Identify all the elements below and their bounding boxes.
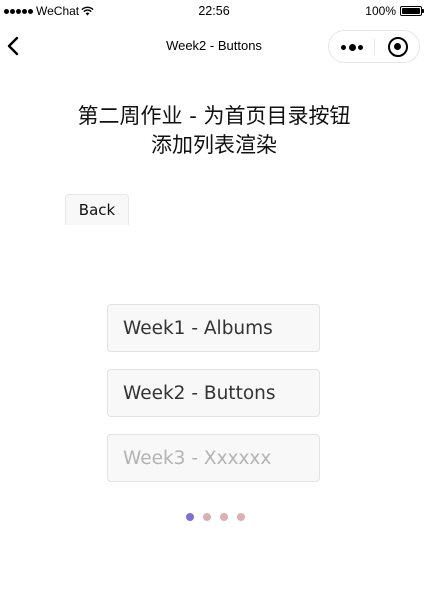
pagination-dots	[0, 513, 428, 521]
page-title: 第二周作业 - 为首页目录按钮 添加列表渲染	[40, 102, 388, 160]
nav-bar: Week2 - Buttons	[0, 22, 428, 70]
battery-icon	[400, 6, 424, 16]
status-bar: WeChat 22:56 100%	[0, 0, 428, 22]
more-icon[interactable]	[341, 42, 363, 52]
page-dot-2[interactable]	[202, 513, 211, 521]
close-mini-program-icon[interactable]	[388, 37, 408, 57]
back-button[interactable]: Back	[65, 194, 129, 225]
status-time: 22:56	[198, 4, 230, 18]
menu-capsule	[328, 30, 420, 63]
page-dot-4[interactable]	[236, 513, 245, 521]
week1-button[interactable]: Week1 - Albums	[107, 304, 320, 352]
battery-percent: 100%	[365, 4, 396, 18]
page-title-line1: 第二周作业 - 为首页目录按钮	[77, 104, 351, 128]
capsule-divider	[374, 39, 375, 55]
page-title-line2: 添加列表渲染	[151, 133, 277, 157]
week2-button[interactable]: Week2 - Buttons	[107, 369, 320, 417]
status-right: 100%	[365, 4, 424, 18]
week3-button: Week3 - Xxxxxx	[107, 434, 320, 482]
page-dot-3[interactable]	[219, 513, 228, 521]
page-dot-1[interactable]	[185, 513, 194, 521]
